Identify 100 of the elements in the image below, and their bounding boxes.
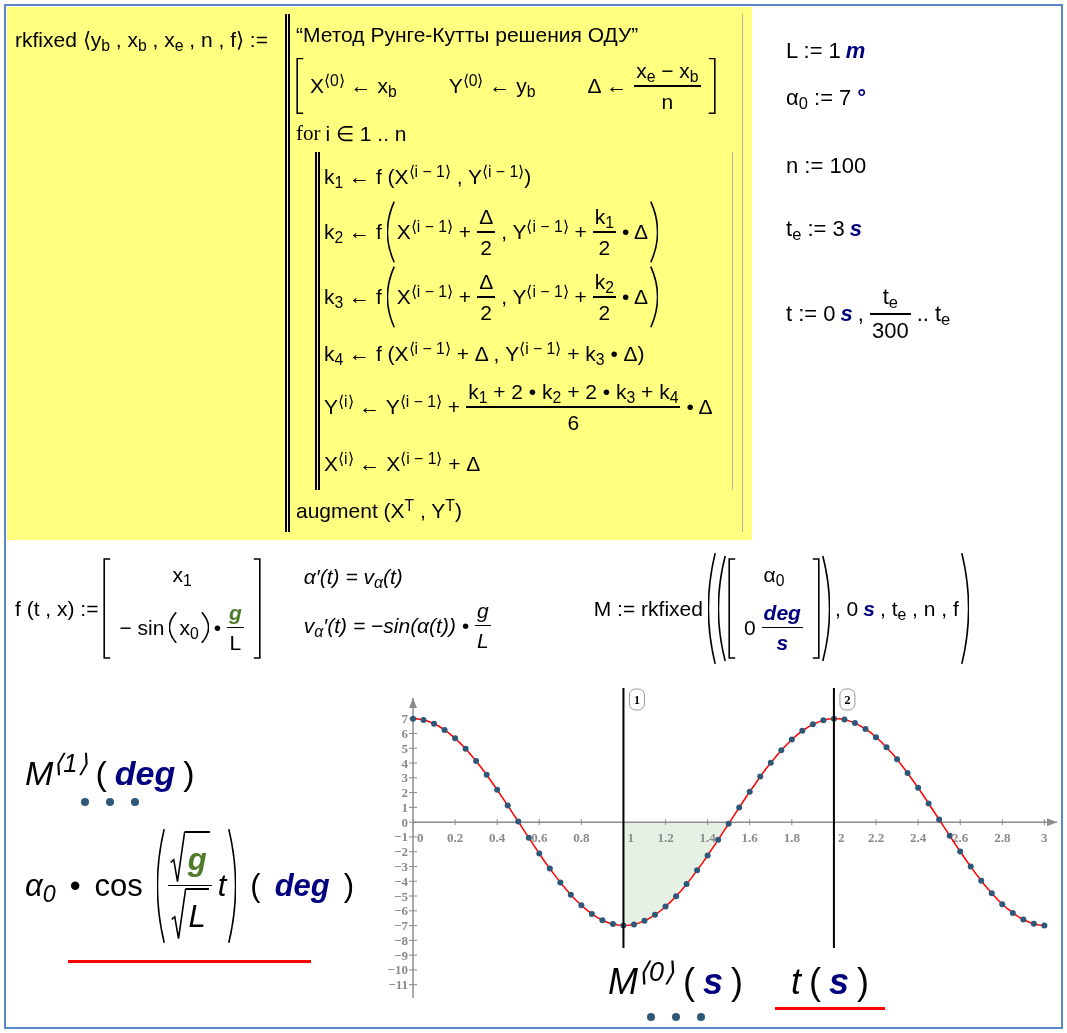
- tick-label: 1: [401, 799, 408, 815]
- formula-text: k$_{2}$: [594, 269, 615, 295]
- right-paren-icon: [650, 201, 659, 263]
- formula-text: X$^{⟨i⟩}$ ← X$^{⟨i − 1⟩}$ + Δ: [324, 451, 481, 477]
- unit-text: s: [849, 215, 862, 243]
- tick-label: 0: [417, 830, 424, 846]
- formula-text: α$_{0}$: [25, 867, 56, 905]
- formula-text: k$_{1}$ ← f (X$^{⟨i − 1⟩}$ , Y$^{⟨i − 1⟩}$): [324, 164, 532, 190]
- formula-text: k$_{4}$ ← f (X$^{⟨i − 1⟩}$ + Δ , Y$^{⟨i − 1⟩}$ + k$_{3}$ • Δ): [324, 341, 645, 367]
- formula-text: L := 1: [786, 37, 841, 65]
- unit-text: °: [856, 84, 866, 112]
- cursor-label: 1: [628, 688, 645, 711]
- unit-text: s: [863, 596, 875, 622]
- tick-label: 5: [401, 740, 408, 756]
- tick-label: 2: [837, 830, 845, 846]
- tick-label: 1.6: [741, 830, 758, 846]
- tick-label: 0.8: [573, 830, 590, 846]
- formula-text: t := 0: [786, 299, 836, 328]
- formula-text: t$_{e}$ := 3: [786, 215, 845, 243]
- formula-text: α′(t) = v$_{α}$(t): [303, 564, 403, 590]
- unit-text: deg: [114, 753, 176, 794]
- formula-text: , Y$^{⟨i − 1⟩}$ +: [501, 219, 587, 245]
- formula-text: M$^{⟨1⟩}$: [25, 753, 88, 794]
- unit-text: deg: [274, 867, 330, 905]
- tick-label: 2.6: [952, 830, 969, 846]
- tick-label: −2: [394, 844, 408, 860]
- formula-text: M$^{⟨0⟩}$: [608, 960, 676, 1004]
- tick-label: −11: [388, 977, 408, 993]
- tick-label: 3: [401, 770, 408, 786]
- tick-label: 1.8: [783, 830, 800, 846]
- formula-text: L: [229, 630, 242, 656]
- formula-text: (: [683, 960, 696, 1004]
- tick-label: 4: [401, 755, 408, 771]
- tick-label: 6: [401, 725, 408, 741]
- right-paren-icon: [650, 266, 659, 328]
- tick-label: −4: [394, 873, 408, 889]
- formula-text: ): [857, 960, 870, 1004]
- formula-text: , 0: [834, 596, 859, 622]
- tick-label: 0.2: [446, 830, 464, 846]
- formula-text: • Δ: [686, 394, 713, 420]
- tick-label: −10: [387, 962, 408, 978]
- tick-label: 7: [401, 711, 408, 727]
- left-paren-icon: [717, 555, 726, 663]
- formula-text: Δ: [479, 269, 494, 295]
- formula-text: 6: [567, 409, 580, 435]
- formula-text: L: [188, 898, 206, 936]
- right-bracket-icon: [252, 558, 261, 660]
- right-bracket-icon: [707, 58, 716, 114]
- tick-label: 0.4: [489, 830, 506, 846]
- unit-text: m: [845, 37, 866, 65]
- tick-label: 0.6: [531, 830, 548, 846]
- formula-text: M := rkfixed: [593, 596, 703, 622]
- left-bracket-icon: [296, 58, 304, 114]
- formula-text: ,: [857, 299, 864, 328]
- formula-text: n: [661, 88, 674, 114]
- tick-label: −9: [394, 947, 408, 963]
- tick-label: 1.2: [657, 830, 674, 846]
- unit-text: s: [840, 299, 853, 328]
- unit-text: s: [776, 630, 789, 656]
- tick-label: 2.4: [909, 830, 927, 846]
- formula-text: α$_{0}$: [763, 562, 785, 588]
- formula-text: X$^{⟨i − 1⟩}$ +: [396, 219, 472, 245]
- right-paren-icon: [200, 612, 209, 644]
- tick-label: 0: [401, 814, 408, 830]
- tick-label: 2.8: [994, 830, 1011, 846]
- formula-text: ): [183, 753, 195, 794]
- formula-text: t$_{e}$: [882, 283, 898, 311]
- tick-label: −8: [394, 932, 408, 948]
- formula-text: , t$_{e}$ , n , f: [880, 596, 959, 622]
- right-paren-icon: [228, 827, 237, 944]
- formula-text: (: [809, 960, 822, 1004]
- formula-text: augment (X$^{T}$ , Y$^{T}$): [296, 498, 462, 524]
- formula-text: x$_{e}$ − x$_{b}$: [636, 58, 699, 84]
- tick-label: −5: [394, 888, 408, 904]
- tick-label: −1: [394, 829, 408, 845]
- formula-text: L: [477, 628, 489, 654]
- formula-text: 2: [598, 299, 611, 325]
- ref-line-label: 2: [844, 693, 851, 707]
- left-bracket-icon: [727, 558, 736, 660]
- left-paren-icon: [707, 552, 716, 666]
- ref-line-label: 1: [633, 693, 640, 707]
- formula-text: 2: [480, 234, 492, 260]
- keyword-text: for: [296, 121, 321, 147]
- formula-text: k$_{1}$: [594, 204, 615, 230]
- formula-text: (: [250, 867, 261, 905]
- formula-text: cos: [94, 867, 143, 905]
- formula-text: i ∈ 1 .. n: [325, 121, 407, 147]
- formula-text: • Δ: [622, 284, 649, 310]
- formula-text: ): [343, 867, 355, 905]
- formula-text: , Y$^{⟨i − 1⟩}$ +: [501, 284, 587, 310]
- formula-text: g: [477, 597, 489, 623]
- formula-text: X$^{⟨0⟩}$ ← x$_{b}$: [310, 73, 397, 99]
- right-paren-icon: [960, 552, 969, 666]
- formula-text: Δ ←: [587, 73, 628, 99]
- tick-label: −7: [394, 918, 408, 934]
- formula-text: .. t$_{e}$: [916, 299, 951, 328]
- left-paren-icon: [386, 266, 395, 328]
- formula-text: ): [731, 960, 744, 1004]
- unit-text: s: [703, 960, 724, 1004]
- formula-text: Y$^{⟨0⟩}$ ← y$_{b}$: [448, 73, 536, 99]
